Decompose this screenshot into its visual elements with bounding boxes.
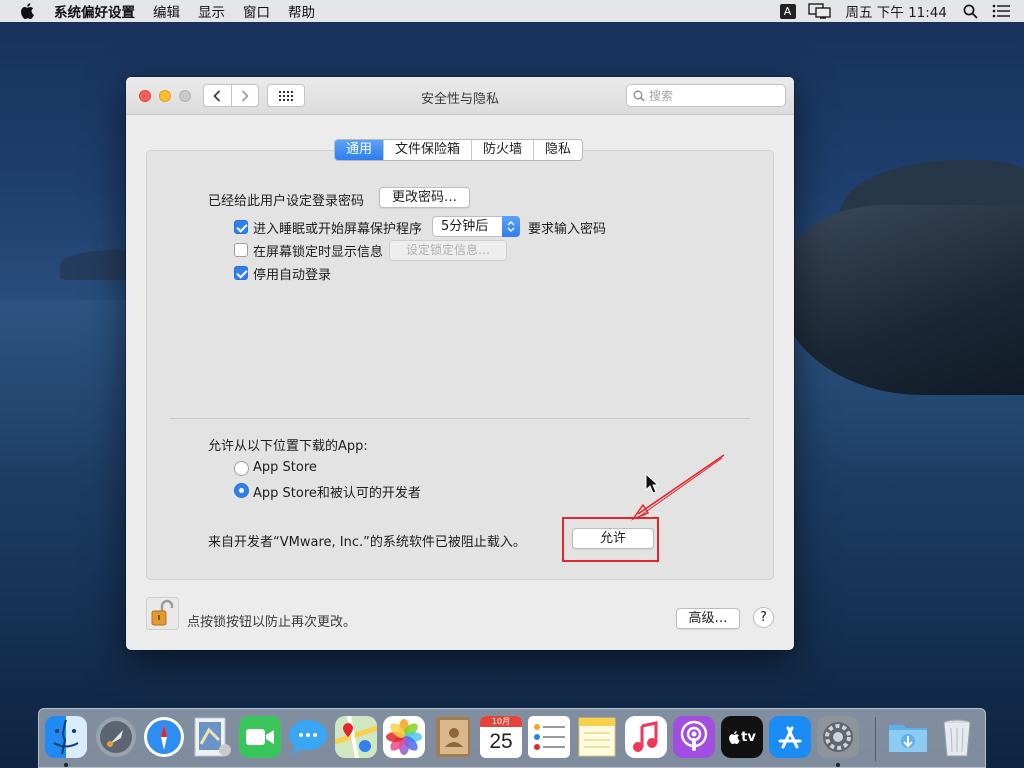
password-delay-select[interactable]: 5分钟后	[432, 216, 520, 237]
dock-maps-icon[interactable]	[335, 716, 377, 758]
dock-downloads-folder-icon[interactable]	[887, 716, 929, 758]
menu-bar: 系统偏好设置 编辑 显示 窗口 帮助 A 周五 下午 11:44	[0, 0, 1024, 22]
apple-logo-icon	[729, 730, 740, 744]
section-divider	[170, 418, 750, 419]
dock-messages-icon[interactable]	[287, 716, 329, 758]
dock-trash-icon[interactable]	[936, 716, 978, 758]
dock-notes-icon[interactable]	[576, 716, 618, 758]
menu-clock[interactable]: 周五 下午 11:44	[846, 1, 948, 21]
menu-edit[interactable]: 编辑	[153, 1, 180, 21]
radio-app-store-identified[interactable]	[234, 483, 249, 498]
updown-arrows-icon	[502, 216, 520, 237]
dock-app-store-icon[interactable]	[769, 716, 811, 758]
search-field[interactable]: 搜索	[626, 84, 786, 107]
dock-finder-icon[interactable]	[45, 716, 87, 758]
radio-app-store[interactable]	[234, 461, 249, 476]
dock-system-preferences-icon[interactable]	[817, 716, 859, 758]
dock-photos-icon[interactable]	[383, 716, 425, 758]
dock-music-icon[interactable]	[625, 716, 667, 758]
tab-bar: 通用 文件保险箱 防火墙 隐私	[334, 139, 584, 161]
general-panel: 已经给此用户设定登录密码 更改密码… 进入睡眠或开始屏幕保护程序 5分钟后 要求…	[146, 150, 774, 580]
dock-divider	[875, 717, 876, 761]
security-privacy-window: 安全性与隐私 搜索 通用 文件保险箱 防火墙 隐私 已经给此用户设定登录密码 更…	[126, 77, 794, 650]
window-titlebar[interactable]: 安全性与隐私 搜索	[126, 77, 794, 115]
menu-window[interactable]: 窗口	[243, 1, 270, 21]
dock-calendar-icon[interactable]: 10月 25	[480, 716, 522, 758]
lock-button[interactable]	[146, 597, 179, 630]
dock-reminders-icon[interactable]	[528, 716, 570, 758]
blocked-software-message: 来自开发者“VMware, Inc.”的系统软件已被阻止载入。	[208, 535, 526, 550]
disable-autologin-label: 停用自动登录	[253, 268, 332, 283]
dock-tv-icon[interactable]: tv	[721, 716, 763, 758]
calendar-day: 25	[489, 730, 513, 753]
radio-app-store-identified-label: App Store和被认可的开发者	[253, 486, 421, 501]
set-lock-message-button[interactable]: 设定锁定信息…	[389, 240, 507, 261]
require-password-checkbox[interactable]	[234, 220, 248, 234]
dock-contacts-icon[interactable]	[432, 716, 474, 758]
dock-podcasts-icon[interactable]	[673, 716, 715, 758]
search-icon	[633, 90, 645, 102]
dock-launchpad-icon[interactable]	[95, 716, 137, 758]
lock-hint-text: 点按锁按钮以防止再次更改。	[187, 615, 357, 630]
login-password-label: 已经给此用户设定登录密码	[208, 194, 365, 209]
change-password-button[interactable]: 更改密码…	[379, 187, 470, 208]
dock-safari-icon[interactable]	[143, 716, 185, 758]
calendar-month: 10月	[480, 716, 522, 727]
tab-general[interactable]: 通用	[335, 140, 384, 160]
dock-mail-icon[interactable]	[191, 716, 233, 758]
dock-facetime-icon[interactable]	[239, 716, 281, 758]
require-password-suffix: 要求输入密码	[528, 222, 607, 237]
menu-bar-status-area: A 周五 下午 11:44	[779, 0, 1024, 22]
tab-firewall[interactable]: 防火墙	[471, 140, 533, 160]
menu-view[interactable]: 显示	[198, 1, 225, 21]
annotation-highlight-box	[562, 517, 659, 562]
display-mirroring-icon[interactable]	[807, 3, 832, 19]
tab-privacy[interactable]: 隐私	[533, 140, 582, 160]
dock: 10月 25 tv	[38, 708, 986, 768]
advanced-button[interactable]: 高级…	[676, 608, 740, 629]
download-sources-heading: 允许从以下位置下载的App:	[208, 439, 368, 454]
menu-app-name[interactable]: 系统偏好设置	[54, 1, 135, 21]
radio-app-store-label: App Store	[253, 460, 317, 475]
tab-filevault[interactable]: 文件保险箱	[383, 140, 471, 160]
spotlight-search-icon[interactable]	[963, 4, 978, 19]
dock-running-indicator	[836, 763, 840, 767]
apple-menu-icon[interactable]	[20, 3, 40, 19]
show-message-checkbox[interactable]	[234, 243, 248, 257]
menu-help[interactable]: 帮助	[288, 1, 315, 21]
search-placeholder: 搜索	[649, 89, 674, 103]
require-password-label: 进入睡眠或开始屏幕保护程序	[253, 222, 423, 237]
help-button[interactable]: ?	[753, 607, 774, 628]
input-method-indicator[interactable]: A	[779, 3, 796, 19]
password-delay-value: 5分钟后	[441, 219, 489, 234]
disable-autologin-checkbox[interactable]	[234, 266, 248, 280]
dock-running-indicator	[64, 763, 68, 767]
notification-center-icon[interactable]	[992, 4, 1010, 18]
show-message-label: 在屏幕锁定时显示信息	[253, 245, 384, 260]
unlocked-padlock-icon	[146, 597, 179, 630]
tv-label: tv	[741, 729, 756, 745]
